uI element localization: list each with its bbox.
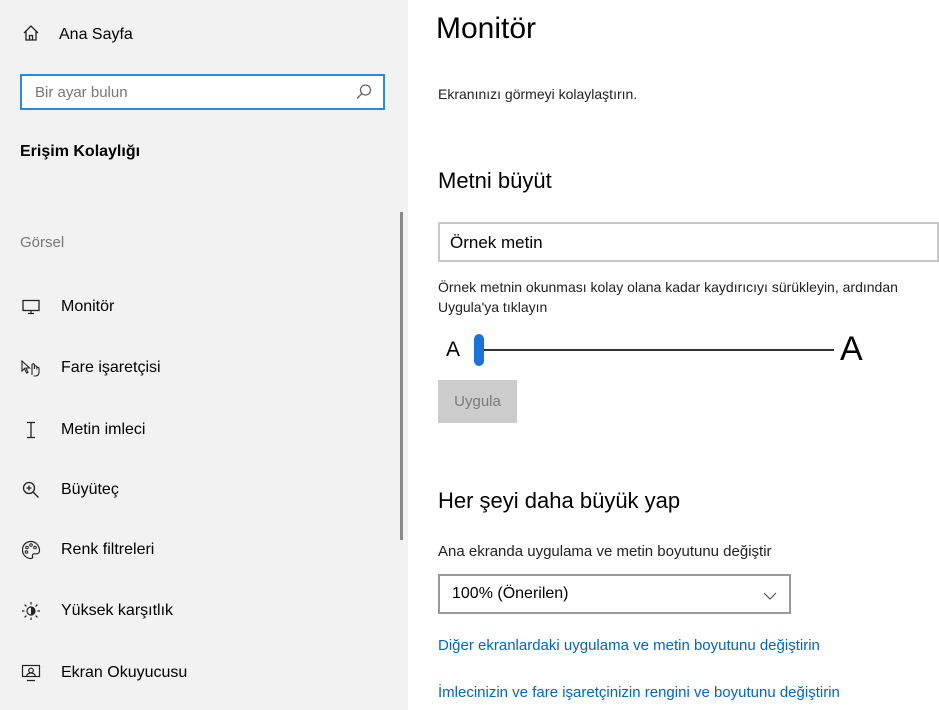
sidebar-item-label: Büyüteç (61, 481, 119, 498)
sidebar-item-magnifier[interactable]: Büyüteç (20, 475, 119, 505)
scale-selected-value: 100% (Önerilen) (452, 585, 569, 602)
sidebar-item-high-contrast[interactable]: Yüksek karşıtlık (20, 596, 173, 626)
text-cursor-icon (20, 419, 42, 441)
section-title-scale: Her şeyi daha büyük yap (438, 488, 681, 513)
color-filter-icon (20, 539, 42, 561)
sidebar-scrollbar[interactable] (400, 212, 403, 540)
magnifier-icon (20, 479, 42, 501)
sidebar: Ana Sayfa Erişim Kolaylığı Görsel Monitö… (0, 0, 408, 710)
section-title-text-size: Metni büyüt (438, 168, 552, 193)
sidebar-item-label: Renk filtreleri (61, 541, 155, 558)
sidebar-item-label: Metin imleci (61, 421, 146, 438)
text-size-slider[interactable]: A A (446, 330, 866, 370)
group-label-visual: Görsel (20, 234, 65, 251)
page-title: Monitör (436, 12, 537, 45)
mouse-pointer-icon (20, 357, 42, 379)
sidebar-item-label: Monitör (61, 298, 115, 315)
slider-thumb[interactable] (474, 334, 484, 366)
sidebar-item-narrator[interactable]: Ekran Okuyucusu (20, 658, 187, 688)
high-contrast-icon (20, 600, 42, 622)
page-description: Ekranınızı görmeyi kolaylaştırın. (438, 86, 638, 102)
sidebar-item-label: Yüksek karşıtlık (61, 602, 174, 619)
slider-instruction: Örnek metnin okunması kolay olana kadar … (438, 279, 898, 315)
narrator-icon (20, 662, 42, 684)
sidebar-item-label: Ekran Okuyucusu (61, 664, 188, 681)
home-icon (22, 24, 40, 47)
scale-dropdown[interactable]: 100% (Önerilen) (438, 574, 791, 614)
chevron-down-icon (763, 588, 777, 606)
search-input[interactable] (22, 76, 342, 108)
slider-min-label: A (446, 338, 461, 361)
sidebar-item-color-filters[interactable]: Renk filtreleri (20, 535, 154, 565)
slider-track[interactable] (474, 349, 834, 351)
home-nav-item[interactable]: Ana Sayfa (22, 22, 133, 48)
link-pointer-settings[interactable]: İmlecinizin ve fare işaretçinizin rengin… (438, 684, 840, 701)
search-box[interactable] (20, 74, 385, 110)
sidebar-item-mouse-pointer[interactable]: Fare işaretçisi (20, 353, 161, 383)
category-heading: Erişim Kolaylığı (20, 143, 141, 160)
sidebar-item-label: Fare işaretçisi (61, 359, 161, 376)
link-other-displays[interactable]: Diğer ekranlardaki uygulama ve metin boy… (438, 637, 820, 654)
apply-button[interactable]: Uygula (438, 380, 517, 423)
sample-text-box: Örnek metin (438, 222, 939, 262)
search-icon[interactable] (355, 83, 373, 106)
home-label: Ana Sayfa (59, 26, 133, 43)
scale-label: Ana ekranda uygulama ve metin boyutunu d… (438, 543, 772, 560)
slider-max-label: A (840, 330, 863, 368)
main-content: Monitör Ekranınızı görmeyi kolaylaştırın… (408, 0, 939, 710)
monitor-icon (20, 296, 42, 318)
sidebar-item-text-cursor[interactable]: Metin imleci (20, 415, 145, 445)
sidebar-item-monitor[interactable]: Monitör (20, 292, 114, 322)
